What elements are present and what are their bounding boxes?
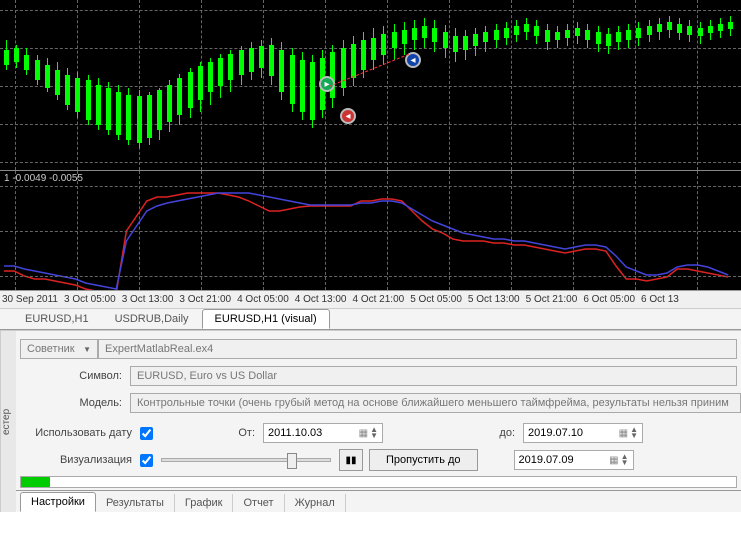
expert-file-field[interactable]: ExpertMatlabReal.ex4 xyxy=(98,339,737,359)
time-tick: 3 Oct 13:00 xyxy=(120,294,178,305)
visualization-checkbox[interactable] xyxy=(140,454,153,467)
tester-tab[interactable]: Настройки xyxy=(20,492,96,512)
expert-type-label: Советник xyxy=(27,343,75,355)
chevron-down-icon: ▼ xyxy=(83,345,91,354)
skip-date-field[interactable]: 2019.07.09 ▦ ▲▼ xyxy=(514,450,634,470)
from-label: От: xyxy=(153,427,263,439)
tester-side-label: естер xyxy=(0,331,16,512)
spinner-icon: ▲▼ xyxy=(370,427,378,439)
spinner-icon: ▲▼ xyxy=(630,427,638,439)
chart-tab[interactable]: USDRUB,Daily xyxy=(102,309,202,329)
use-date-checkbox[interactable] xyxy=(140,427,153,440)
sell-marker-icon: ◂ xyxy=(340,108,356,124)
symbol-field[interactable]: EURUSD, Euro vs US Dollar xyxy=(130,366,737,386)
to-label: до: xyxy=(383,427,523,439)
tester-tab[interactable]: График xyxy=(175,494,234,512)
time-tick: 5 Oct 05:00 xyxy=(408,294,466,305)
expert-file-value: ExpertMatlabReal.ex4 xyxy=(105,343,213,355)
time-tick: 30 Sep 2011 xyxy=(0,294,62,305)
model-label: Модель: xyxy=(20,397,130,409)
chart-tab[interactable]: EURUSD,H1 xyxy=(12,309,102,329)
time-tick: 4 Oct 13:00 xyxy=(293,294,351,305)
from-date-field[interactable]: 2011.10.03 ▦ ▲▼ xyxy=(263,423,383,443)
expert-type-combo[interactable]: Советник ▼ xyxy=(20,339,98,359)
time-tick: 3 Oct 21:00 xyxy=(177,294,235,305)
visualization-label: Визуализация xyxy=(20,454,140,466)
pause-button[interactable]: ▮▮ xyxy=(339,449,363,471)
skip-to-button[interactable]: Пропустить до xyxy=(369,449,478,471)
time-tick: 5 Oct 21:00 xyxy=(524,294,582,305)
symbol-value: EURUSD, Euro vs US Dollar xyxy=(137,370,277,382)
time-axis: 30 Sep 20113 Oct 05:003 Oct 13:003 Oct 2… xyxy=(0,290,741,308)
model-field[interactable]: Контрольные точки (очень грубый метод на… xyxy=(130,393,741,413)
chart-tab[interactable]: EURUSD,H1 (visual) xyxy=(202,309,330,329)
calendar-icon: ▦ xyxy=(359,428,368,439)
time-tick: 5 Oct 13:00 xyxy=(466,294,524,305)
skip-date-value: 2019.07.09 xyxy=(519,454,574,466)
from-date-value: 2011.10.03 xyxy=(268,427,322,439)
pause-icon: ▮▮ xyxy=(345,455,356,466)
progress-fill xyxy=(21,477,50,487)
skip-to-label: Пропустить до xyxy=(386,454,461,466)
time-tick: 3 Oct 05:00 xyxy=(62,294,120,305)
price-chart[interactable]: // grid verticals rendered later but dra… xyxy=(0,0,741,170)
spinner-icon: ▲▼ xyxy=(621,454,629,466)
time-tick: 6 Oct 05:00 xyxy=(581,294,639,305)
chart-tab-bar: EURUSD,H1USDRUB,DailyEURUSD,H1 (visual) xyxy=(0,308,741,330)
time-tick: 4 Oct 05:00 xyxy=(235,294,293,305)
symbol-label: Символ: xyxy=(20,370,130,382)
tester-tab[interactable]: Результаты xyxy=(96,494,175,512)
tester-tab-bar: НастройкиРезультатыГрафикОтчетЖурнал xyxy=(0,490,741,512)
calendar-icon: ▦ xyxy=(619,428,628,439)
time-tick: 6 Oct 13 xyxy=(639,294,683,305)
tester-tab[interactable]: Отчет xyxy=(233,494,284,512)
use-date-label: Использовать дату xyxy=(20,427,140,439)
test-progress-bar xyxy=(20,476,737,488)
tester-tab[interactable]: Журнал xyxy=(285,494,346,512)
to-date-field[interactable]: 2019.07.10 ▦ ▲▼ xyxy=(523,423,643,443)
calendar-icon: ▦ xyxy=(609,455,618,466)
time-tick: 4 Oct 21:00 xyxy=(351,294,409,305)
indicator-subwindow[interactable]: 1 -0.0049 -0.0055 xyxy=(0,170,741,290)
slider-thumb[interactable] xyxy=(287,453,297,469)
model-value: Контрольные точки (очень грубый метод на… xyxy=(137,397,729,409)
strategy-tester-panel: естер Советник ▼ ExpertMatlabReal.ex4 Си… xyxy=(0,330,741,512)
to-date-value: 2019.07.10 xyxy=(528,427,583,439)
speed-slider[interactable] xyxy=(161,458,331,462)
